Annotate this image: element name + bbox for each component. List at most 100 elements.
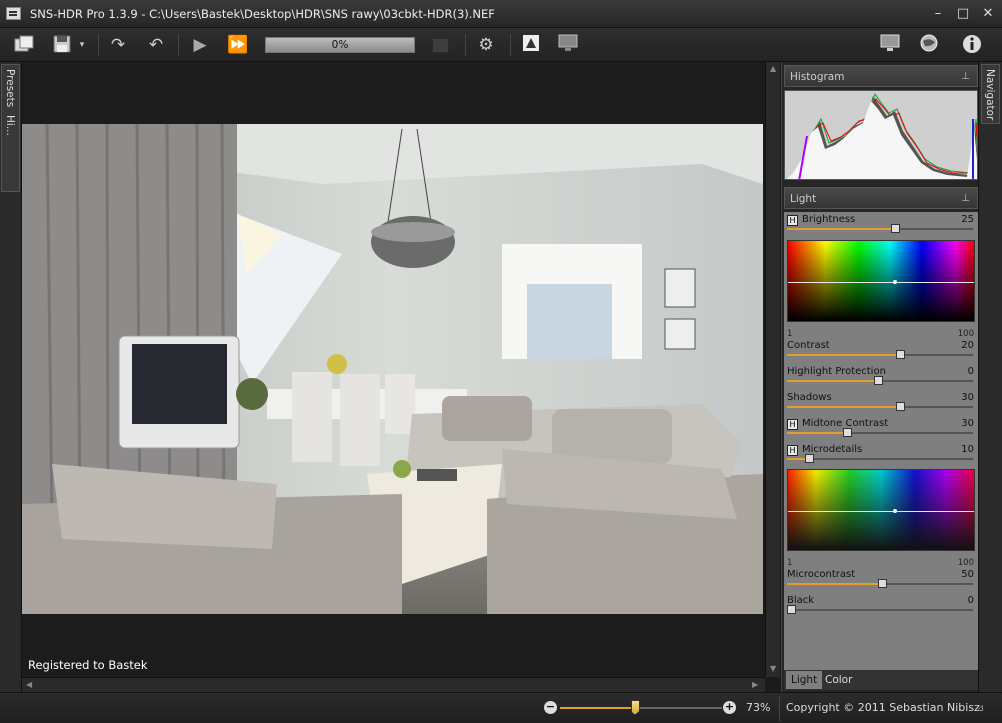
- web-globe-icon[interactable]: [917, 33, 941, 57]
- progress-bar: 0%: [265, 37, 415, 53]
- scroll-right-arrow-icon[interactable]: ▶: [752, 680, 758, 689]
- tab-navigator[interactable]: Navigator: [981, 64, 1000, 124]
- tab-color[interactable]: Color: [820, 671, 857, 689]
- vertical-scrollbar[interactable]: ▲ ▼: [765, 62, 780, 677]
- status-separator: [779, 696, 780, 721]
- midtone-contrast-value: 30: [961, 418, 974, 429]
- microdetails-slider-handle[interactable]: [805, 454, 815, 463]
- histogram-header[interactable]: Histogram ⊥: [784, 65, 978, 87]
- close-icon[interactable]: ✕: [980, 6, 996, 22]
- save-icon[interactable]: [50, 33, 74, 57]
- highlight-protection-slider-handle[interactable]: [874, 376, 884, 385]
- progress-label: 0%: [331, 39, 349, 51]
- histogram-title: Histogram: [790, 71, 845, 83]
- zoom-out-icon[interactable]: −: [544, 701, 557, 714]
- history-tab-label: Hi...: [4, 115, 16, 136]
- h-toggle-icon[interactable]: H: [787, 445, 798, 456]
- redo-icon[interactable]: ↷: [106, 33, 130, 57]
- brightness-value: 25: [961, 214, 974, 225]
- black-value: 0: [967, 595, 974, 606]
- midtone-contrast-slider[interactable]: [787, 428, 973, 437]
- pin-icon[interactable]: ⊥: [961, 188, 970, 210]
- play-icon[interactable]: ▶: [188, 33, 212, 57]
- microdetails-slider[interactable]: [787, 454, 973, 463]
- status-bar: − + 73% Copyright © 2011 Sebastian Nibis…: [0, 692, 1002, 723]
- undo-icon[interactable]: ↶: [144, 33, 168, 57]
- microdetails-graph[interactable]: [787, 469, 975, 551]
- title-bar: SNS-HDR Pro 1.3.9 - C:\Users\Bastek\Desk…: [0, 0, 1002, 28]
- toolbar-separator: [178, 34, 179, 56]
- registered-label: Registered to Bastek: [28, 658, 148, 672]
- app-icon: [6, 7, 21, 20]
- shadows-label: Shadows: [787, 392, 832, 403]
- brightness-slider-handle[interactable]: [890, 224, 900, 233]
- zoom-slider[interactable]: [560, 700, 722, 715]
- tab-presets[interactable]: Presets Hi...: [1, 64, 20, 192]
- histogram-view: [784, 90, 978, 180]
- toolbar-separator: [465, 34, 466, 56]
- resize-grip-icon[interactable]: ⊿: [976, 703, 990, 715]
- shadows-slider-handle[interactable]: [896, 402, 906, 411]
- presets-tab-label: Presets: [4, 69, 16, 108]
- highlight-protection-row: Highlight Protection 0: [784, 364, 978, 390]
- left-panel-strip: Presets Hi...: [0, 62, 22, 692]
- fast-forward-icon[interactable]: ⏩: [226, 33, 250, 57]
- pin-icon[interactable]: ⊥: [961, 66, 970, 88]
- highlight-protection-slider[interactable]: [787, 376, 973, 385]
- microcontrast-slider-handle[interactable]: [877, 579, 887, 588]
- microcontrast-label: Microcontrast: [787, 569, 856, 580]
- hdr-photo: [22, 124, 763, 614]
- contrast-value: 20: [961, 340, 974, 351]
- midtone-contrast-row: H Midtone Contrast 30: [784, 416, 978, 442]
- zoom-in-icon[interactable]: +: [723, 701, 736, 714]
- toolbar: ▾ ↷ ↶ ▶ ⏩ 0% ⚙: [0, 28, 1002, 62]
- settings-gears-icon[interactable]: ⚙: [474, 33, 498, 57]
- tab-light[interactable]: Light: [786, 671, 823, 689]
- brightness-row: H Brightness 25: [784, 212, 978, 238]
- scroll-up-arrow-icon[interactable]: ▲: [770, 64, 776, 73]
- black-slider[interactable]: [786, 605, 973, 614]
- zoom-slider-handle[interactable]: [630, 700, 640, 715]
- brightness-slider[interactable]: [787, 224, 973, 233]
- black-row: Black 0: [784, 593, 978, 619]
- scroll-left-arrow-icon[interactable]: ◀: [26, 680, 32, 689]
- highlight-protection-label: Highlight Protection: [787, 366, 886, 377]
- microcontrast-row: Microcontrast 50: [784, 567, 978, 593]
- horizontal-scrollbar[interactable]: ◀ ▶: [22, 677, 765, 692]
- copyright-text: Copyright © 2011 Sebastian Nibisz: [786, 701, 980, 714]
- h-toggle-icon[interactable]: H: [787, 215, 798, 226]
- toolbar-separator: [98, 34, 99, 56]
- microcontrast-value: 50: [961, 569, 974, 580]
- scroll-down-arrow-icon[interactable]: ▼: [770, 664, 776, 673]
- black-slider-handle[interactable]: [786, 605, 796, 614]
- h-toggle-icon[interactable]: H: [787, 419, 798, 430]
- shadows-value: 30: [961, 392, 974, 403]
- shadows-row: Shadows 30: [784, 390, 978, 416]
- shadows-slider[interactable]: [787, 402, 973, 411]
- brightness-graph[interactable]: [787, 240, 975, 322]
- maximize-icon[interactable]: □: [955, 6, 971, 22]
- open-files-icon[interactable]: [12, 33, 36, 57]
- light-header[interactable]: Light ⊥: [784, 187, 978, 209]
- contrast-slider-handle[interactable]: [896, 350, 906, 359]
- navigator-tab-label: Navigator: [984, 69, 996, 121]
- contrast-label: Contrast: [787, 340, 830, 351]
- microdetails-row: H Microdetails 10: [784, 442, 978, 468]
- right-panel: Histogram ⊥ Light ⊥ H Brightness 25 1 100…: [781, 62, 978, 692]
- info-icon[interactable]: [960, 33, 984, 57]
- contrast-slider[interactable]: [787, 350, 973, 359]
- minimize-icon[interactable]: –: [930, 6, 946, 22]
- light-title: Light: [790, 193, 817, 205]
- microcontrast-slider[interactable]: [787, 579, 973, 588]
- contrast-row: Contrast 20: [784, 338, 978, 364]
- zoom-value: 73%: [746, 701, 771, 714]
- stop-icon[interactable]: [432, 38, 449, 53]
- save-dropdown-icon[interactable]: ▾: [76, 33, 88, 57]
- midtone-contrast-slider-handle[interactable]: [842, 428, 852, 437]
- image-canvas[interactable]: Registered to Bastek: [22, 62, 765, 677]
- light-panel: H Brightness 25 1 100 Contrast 20 Highlig…: [784, 212, 978, 670]
- export-icon[interactable]: [519, 33, 543, 57]
- fullscreen-monitor-icon[interactable]: [878, 33, 902, 57]
- monitor-preview-icon[interactable]: [556, 33, 580, 57]
- microdetails-value: 10: [961, 444, 974, 455]
